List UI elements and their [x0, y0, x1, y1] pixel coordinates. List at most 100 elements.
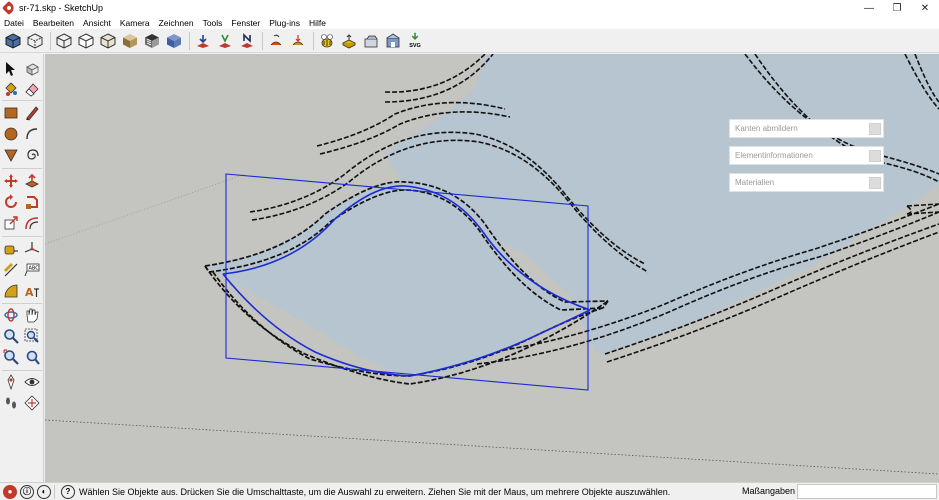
push-pull-button[interactable] — [23, 172, 41, 190]
tray-panel-label: Kanten abmildern — [735, 124, 798, 133]
polygon-tool-button[interactable] — [2, 146, 20, 164]
text-tool-button[interactable]: ABC — [23, 261, 41, 279]
scale-tool-button[interactable] — [2, 214, 20, 232]
eraser-icon — [25, 83, 39, 97]
restore-button[interactable]: ❐ — [883, 0, 911, 16]
bee-icon — [321, 33, 333, 47]
stamp-button[interactable] — [266, 31, 286, 51]
window-controls: — ❐ ✕ — [855, 0, 939, 16]
protractor-button[interactable] — [2, 282, 20, 300]
iso-view-button[interactable] — [3, 31, 23, 51]
follow-me-button[interactable] — [23, 193, 41, 211]
shaded-cube-icon — [123, 33, 137, 48]
menu-bearbeiten[interactable]: Bearbeiten — [33, 18, 74, 28]
dimension-tool-button[interactable] — [2, 261, 20, 279]
rectangle-tool-button[interactable] — [2, 104, 20, 122]
measurements-field[interactable] — [797, 484, 937, 499]
top-view-icon — [27, 32, 43, 49]
eye-icon — [24, 378, 40, 386]
svg-text:A: A — [25, 286, 34, 299]
shaded-textures-button[interactable] — [142, 31, 162, 51]
paint-bucket-button[interactable] — [2, 80, 20, 98]
zoom-extents-button[interactable] — [2, 348, 20, 366]
monochrome-style-button[interactable] — [164, 31, 184, 51]
zoom-extents-icon — [3, 349, 19, 365]
toolbar-separator — [50, 31, 51, 50]
tray-panel-label: Elementinformationen — [735, 151, 813, 160]
hidden-line-style-button[interactable] — [98, 31, 118, 51]
orbit-tool-button[interactable] — [2, 306, 20, 324]
sandbox-red-icon — [197, 34, 209, 48]
tray-expand-button[interactable] — [869, 177, 881, 189]
make-component-button[interactable] — [23, 60, 41, 78]
sketchup-logo-icon — [1, 0, 17, 16]
xray-style-button[interactable] — [54, 31, 74, 51]
tray-expand-button[interactable] — [869, 123, 881, 135]
tray-panel-materials[interactable]: Materialien — [729, 173, 884, 192]
geolocation-icon[interactable]: ● — [3, 484, 17, 499]
sandbox-navy-icon — [241, 32, 253, 48]
wireframe-style-button[interactable] — [76, 31, 96, 51]
share-model-button[interactable] — [339, 31, 359, 51]
circle-tool-button[interactable] — [2, 125, 20, 143]
palette-separator — [2, 100, 42, 101]
arc-tool-button[interactable] — [23, 125, 41, 143]
top-view-button[interactable] — [25, 31, 45, 51]
iso-cube-icon — [5, 32, 21, 49]
menu-tools[interactable]: Tools — [203, 18, 223, 28]
menu-kamera[interactable]: Kamera — [120, 18, 150, 28]
move-tool-button[interactable] — [2, 172, 20, 190]
previous-view-button[interactable] — [23, 348, 41, 366]
menu-hilfe[interactable]: Hilfe — [309, 18, 326, 28]
model-viewport[interactable]: Kanten abmildern Elementinformationen Ma… — [45, 54, 939, 482]
rectangle-icon — [4, 107, 18, 119]
walk-tool-button[interactable] — [2, 394, 20, 412]
freehand-tool-button[interactable] — [23, 146, 41, 164]
select-tool-button[interactable] — [2, 60, 20, 78]
tape-measure-button[interactable] — [2, 240, 20, 258]
menu-zeichnen[interactable]: Zeichnen — [159, 18, 194, 28]
rotate-tool-button[interactable] — [2, 193, 20, 211]
zoom-tool-button[interactable] — [2, 327, 20, 345]
toolbar-separator — [262, 31, 263, 50]
smoove-button[interactable] — [237, 31, 257, 51]
freehand-spiral-icon — [27, 149, 39, 160]
extension-warehouse-button[interactable] — [383, 31, 403, 51]
3d-text-button[interactable]: A — [23, 282, 41, 300]
look-around-button[interactable] — [23, 373, 41, 391]
palette-separator — [2, 168, 42, 169]
menu-fenster[interactable]: Fenster — [231, 18, 260, 28]
push-pull-icon — [25, 173, 39, 188]
menu-ansicht[interactable]: Ansicht — [83, 18, 111, 28]
help-icon[interactable]: ? — [61, 484, 75, 499]
drape-button[interactable] — [288, 31, 308, 51]
sandbox-from-contours-button[interactable] — [193, 31, 213, 51]
tray-expand-button[interactable] — [869, 150, 881, 162]
drape-icon — [292, 34, 304, 45]
eraser-button[interactable] — [23, 80, 41, 98]
credits-icon[interactable]: ⓘ — [20, 484, 34, 499]
toolbar-separator — [313, 31, 314, 50]
line-tool-button[interactable] — [23, 104, 41, 122]
offset-tool-button[interactable] — [23, 214, 41, 232]
wireframe-cube-icon — [78, 32, 94, 49]
zoom-window-button[interactable] — [23, 327, 41, 345]
minimize-button[interactable]: — — [855, 0, 883, 16]
tray-panel-entity-info[interactable]: Elementinformationen — [729, 146, 884, 165]
tray-panel-soften-edges[interactable]: Kanten abmildern — [729, 119, 884, 138]
menu-datei[interactable]: Datei — [4, 18, 24, 28]
share-component-icon — [364, 35, 378, 47]
shaded-style-button[interactable] — [120, 31, 140, 51]
share-component-button[interactable] — [361, 31, 381, 51]
sandbox-from-scratch-button[interactable] — [215, 31, 235, 51]
close-button[interactable]: ✕ — [911, 0, 939, 16]
get-models-button[interactable] — [317, 31, 337, 51]
section-plane-button[interactable] — [23, 394, 41, 412]
svg-export-button[interactable]: SVG — [405, 31, 425, 51]
position-camera-button[interactable] — [2, 373, 20, 391]
palette-separator — [2, 303, 42, 304]
account-icon[interactable]: ◐ — [37, 484, 51, 499]
axes-tool-button[interactable] — [23, 240, 41, 258]
menu-plugins[interactable]: Plug-ins — [269, 18, 300, 28]
pan-tool-button[interactable] — [23, 306, 41, 324]
